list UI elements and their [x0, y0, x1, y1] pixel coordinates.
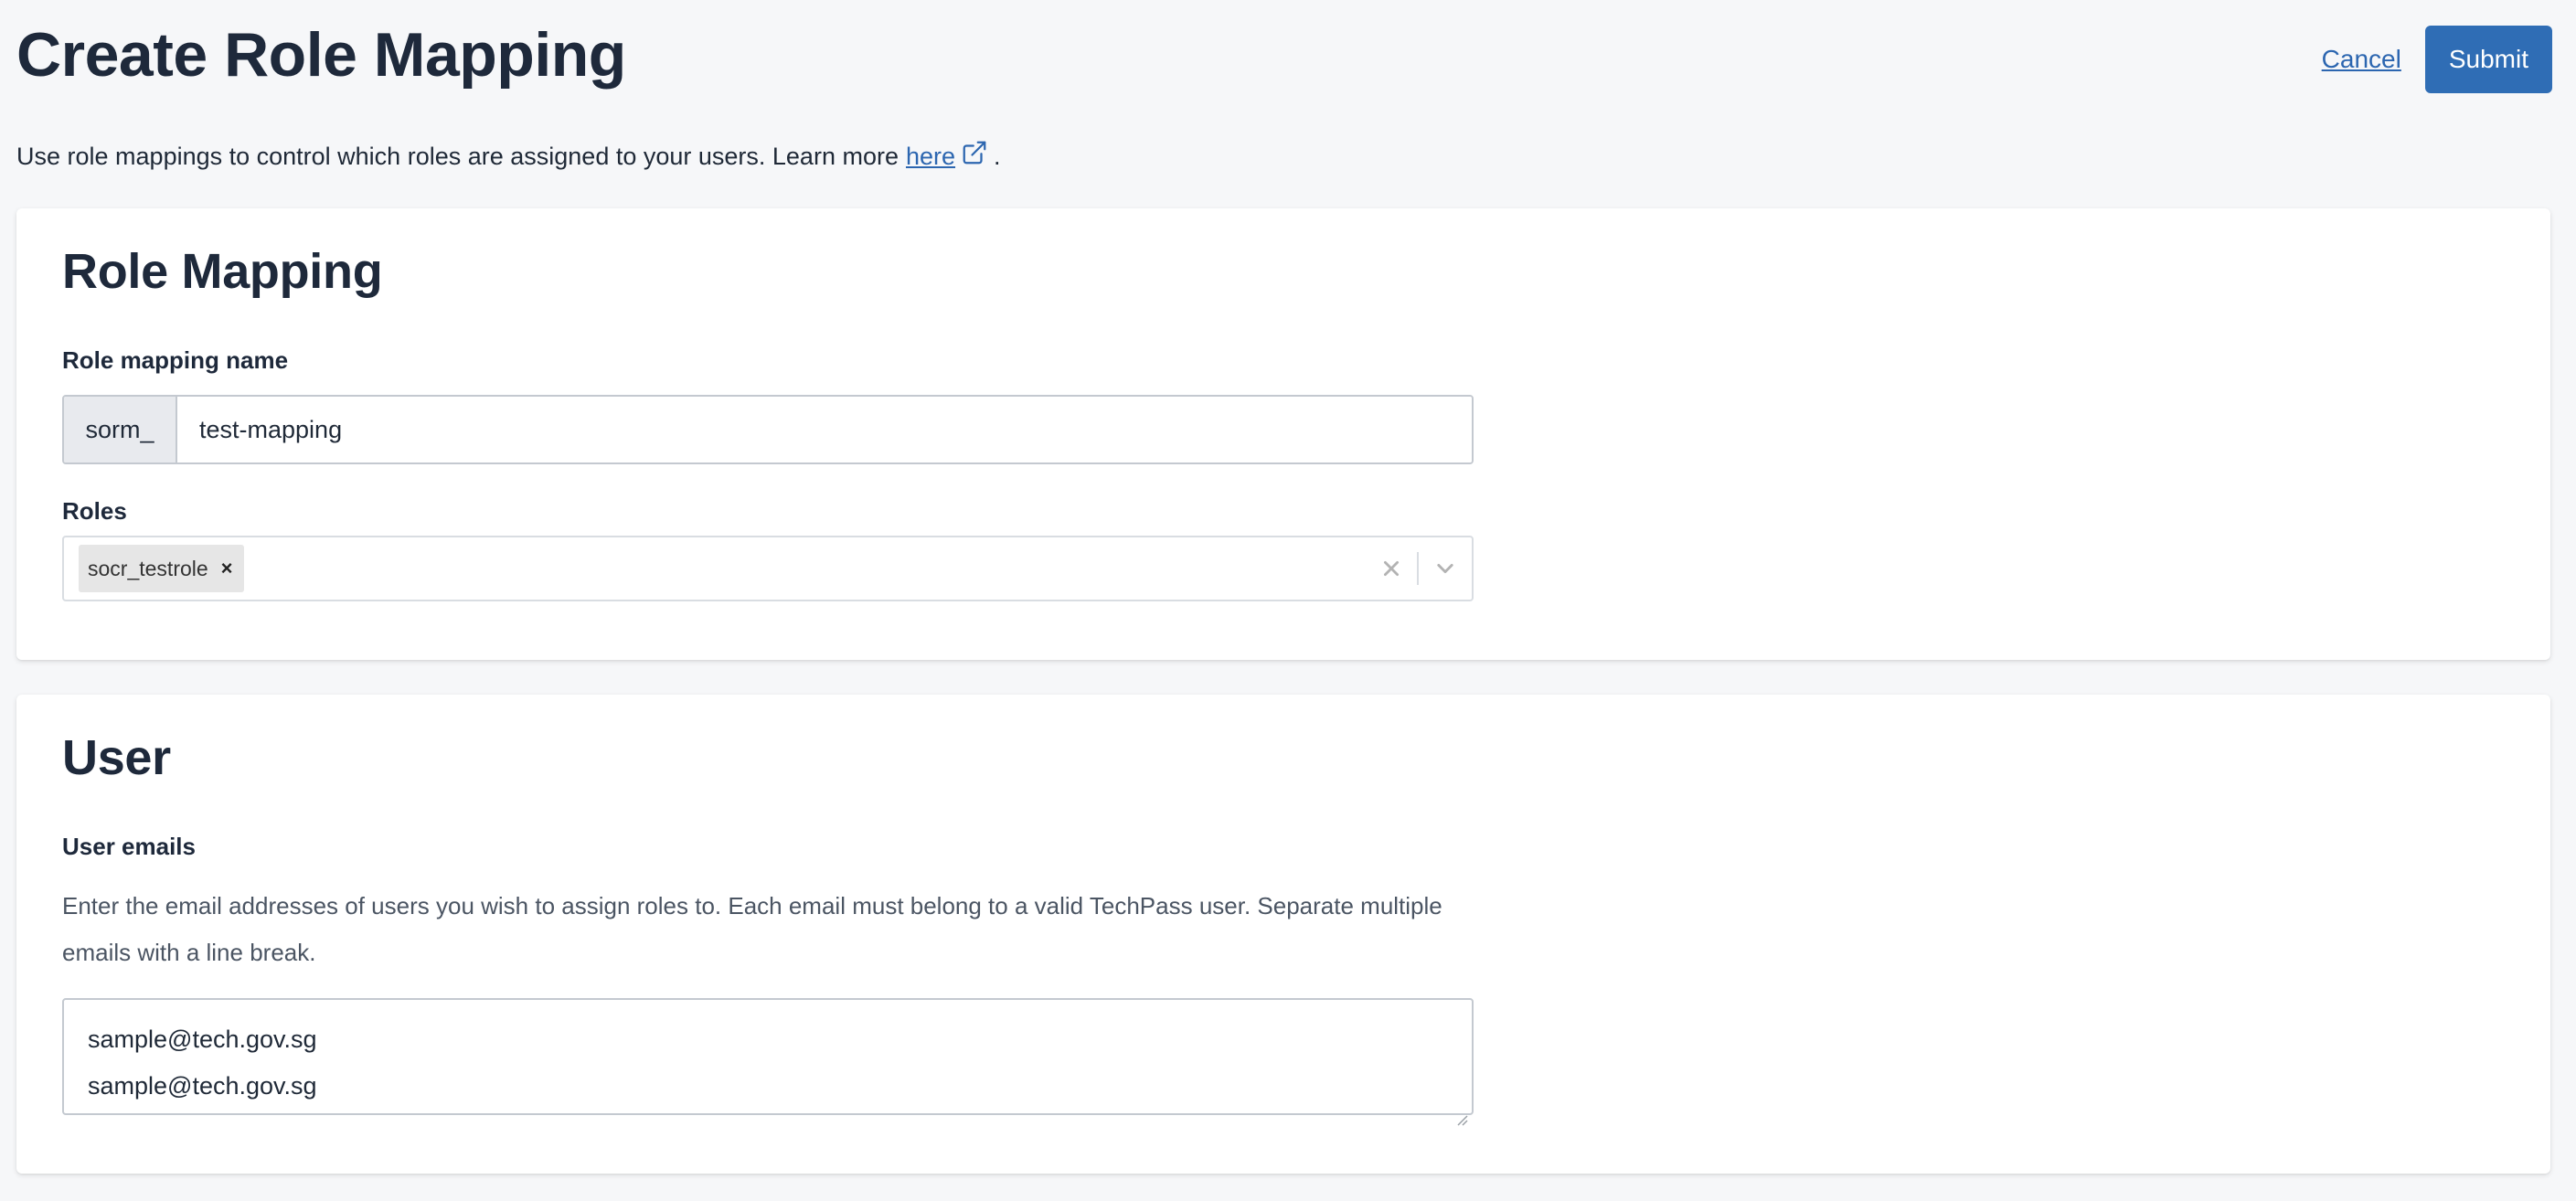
close-icon[interactable] [1366, 550, 1417, 587]
email-line: sample@tech.gov.sg [88, 1026, 317, 1053]
page: Create Role Mapping Cancel Submit Use ro… [0, 0, 2576, 1201]
role-mapping-title: Role Mapping [62, 244, 383, 299]
intro-description: Use role mappings to control which roles… [16, 143, 899, 170]
role-mapping-name-group: sorm_ [62, 395, 1474, 464]
cancel-button[interactable]: Cancel [2322, 45, 2401, 74]
name-prefix: sorm_ [64, 397, 177, 462]
user-emails-label: User emails [62, 833, 196, 860]
role-chip-remove-icon[interactable]: × [221, 557, 233, 580]
email-line: sample@tech.gov.sg [88, 1072, 317, 1100]
intro-period: . [994, 143, 1001, 170]
submit-button[interactable]: Submit [2424, 26, 2552, 93]
role-chip-label: socr_testrole [88, 556, 208, 580]
roles-label: Roles [62, 497, 127, 525]
role-chip: socr_testrole × [79, 545, 244, 592]
header-actions: Cancel Submit [2322, 26, 2552, 93]
learn-more-link[interactable]: here [906, 143, 955, 171]
role-mapping-name-label: Role mapping name [62, 346, 289, 374]
roles-select[interactable]: socr_testrole × [62, 536, 1474, 601]
role-mapping-card: Role Mapping Role mapping name sorm_ Rol… [16, 208, 2550, 660]
resize-handle-icon[interactable] [1453, 1095, 1468, 1126]
user-emails-textarea[interactable]: sample@tech.gov.sg sample@tech.gov.sg [62, 998, 1474, 1126]
intro-text: Use role mappings to control which roles… [16, 141, 1001, 171]
chevron-down-icon[interactable] [1419, 550, 1472, 587]
user-title: User [62, 730, 171, 785]
page-header: Create Role Mapping Cancel Submit [16, 16, 2552, 99]
page-title: Create Role Mapping [16, 20, 626, 90]
external-link-icon[interactable] [961, 139, 988, 166]
role-mapping-name-input[interactable] [177, 397, 1472, 462]
user-card: User User emails Enter the email address… [16, 695, 2550, 1174]
user-emails-help-text: Enter the email addresses of users you w… [62, 892, 1442, 966]
